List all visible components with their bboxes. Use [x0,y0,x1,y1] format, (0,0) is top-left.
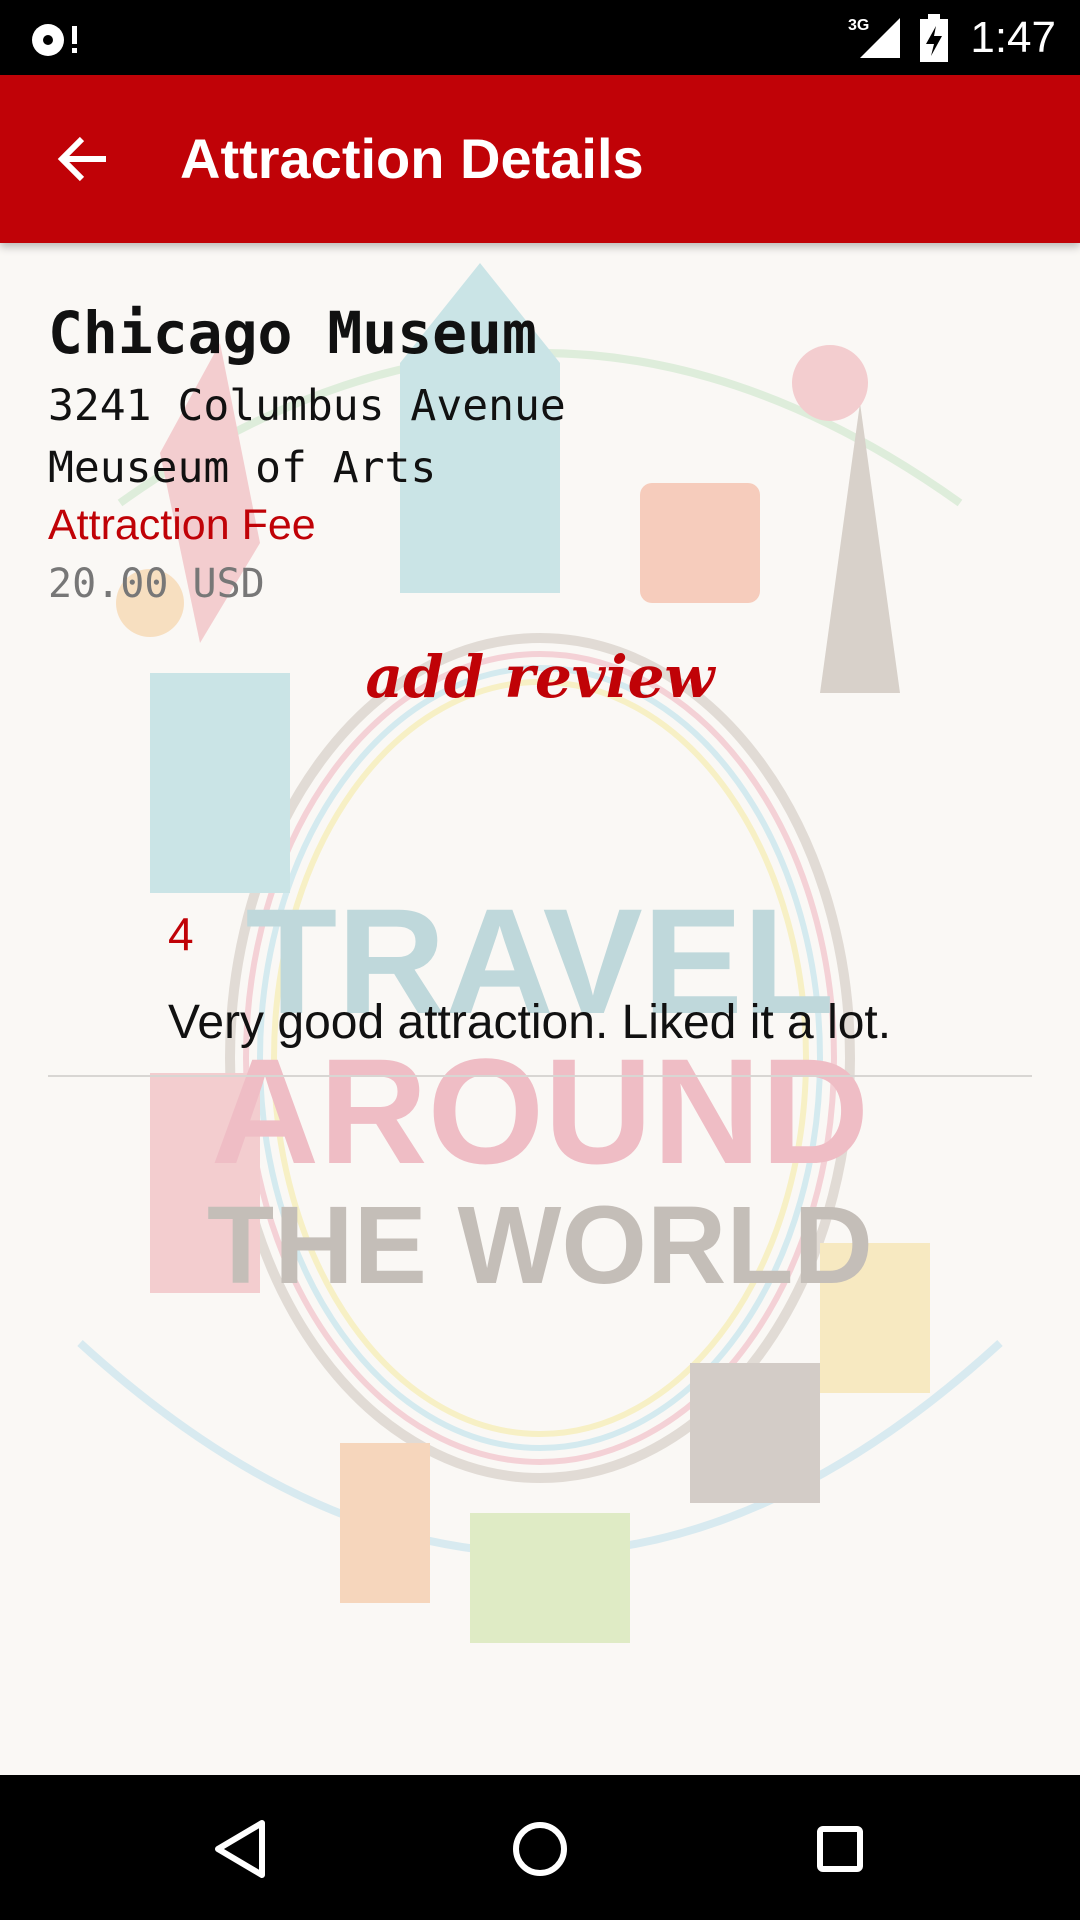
add-review-button[interactable]: add review [340,643,740,711]
network-type: 3G [848,17,869,34]
nav-home-button[interactable] [498,1807,582,1891]
battery-charging-icon [920,13,949,62]
attraction-address: 3241 Columbus Avenue [48,381,566,431]
screen: 3G 1:47 Attraction Details TRAVEL AROUND… [0,0,1080,1920]
attraction-fee-label: Attraction Fee [48,501,316,549]
system-nav-bar [0,1775,1080,1920]
page-title: Attraction Details [180,127,644,190]
arrow-back-icon [57,136,106,182]
attraction-category: Meuseum of Arts [48,443,437,493]
status-time: 1:47 [970,12,1056,62]
review-rating: 4 [168,908,194,960]
review-list: 4 Very good attraction. Liked it a lot. [48,883,1032,1077]
notification-icon [32,24,77,56]
nav-recents-button[interactable] [798,1807,882,1891]
status-bar: 3G 1:47 [0,0,1080,75]
review-item[interactable]: 4 Very good attraction. Liked it a lot. [48,883,1032,1077]
attraction-details: Chicago Museum 3241 Columbus Avenue Meus… [0,243,1080,1775]
status-icons: 3G 1:47 [848,0,1056,75]
back-triangle-icon [215,1820,265,1878]
back-button[interactable] [44,119,124,199]
review-text: Very good attraction. Liked it a lot. [168,996,892,1049]
nav-back-button[interactable] [198,1807,282,1891]
attraction-fee-value: 20.00 USD [48,561,265,607]
app-bar: Attraction Details [0,75,1080,243]
home-circle-icon [513,1822,567,1876]
signal-icon: 3G [848,17,901,58]
recents-square-icon [817,1826,863,1872]
attraction-name: Chicago Museum [48,299,537,367]
